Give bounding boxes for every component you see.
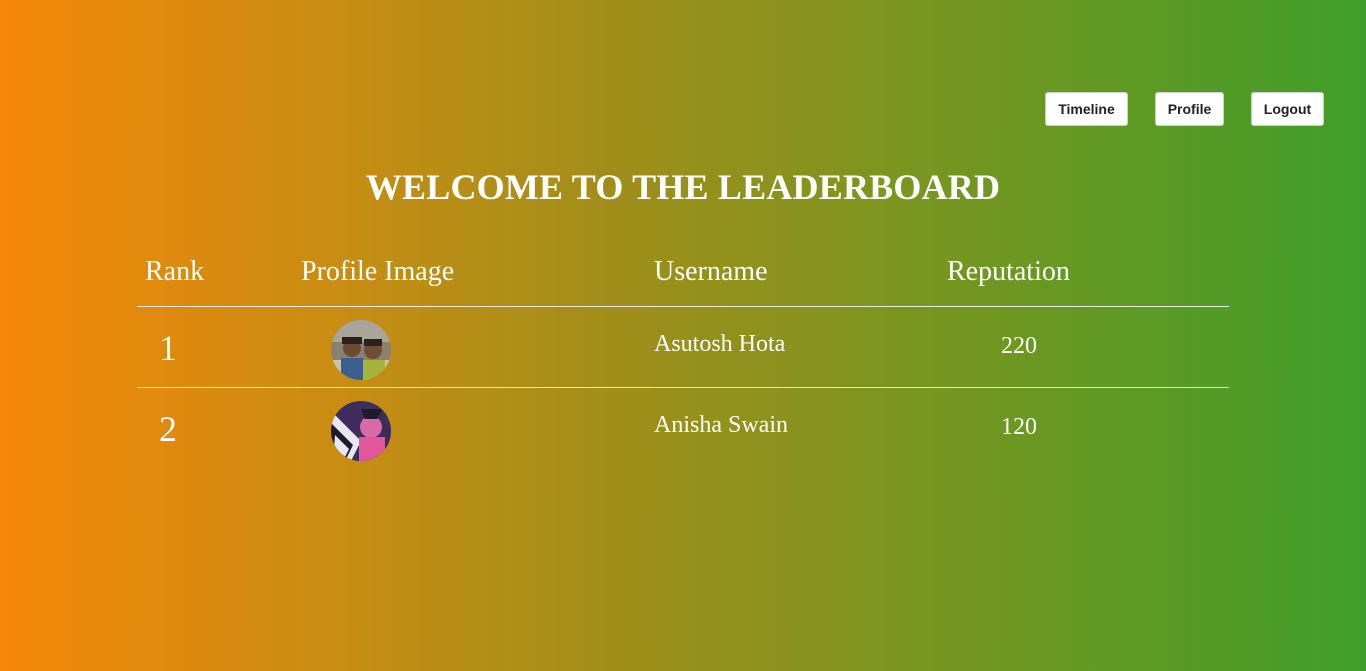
- username-cell: Asutosh Hota: [654, 331, 786, 357]
- table-row: 1 Asutosh Hota 220: [137, 307, 1229, 388]
- rank-cell: 1: [159, 328, 177, 368]
- rank-cell: 2: [159, 409, 177, 449]
- leaderboard-table: Rank Profile Image Username Reputation 1…: [137, 246, 1229, 468]
- column-header-profile-image: Profile Image: [301, 256, 455, 287]
- timeline-button[interactable]: Timeline: [1045, 92, 1128, 126]
- table-row: 2 Anisha Swain 120: [137, 388, 1229, 468]
- page-title: WELCOME TO THE LEADERBOARD: [365, 167, 1001, 207]
- column-header-reputation: Reputation: [947, 256, 1070, 287]
- logout-button[interactable]: Logout: [1251, 92, 1324, 126]
- table-header: Rank Profile Image Username Reputation: [137, 246, 1229, 307]
- reputation-cell: 120: [1001, 414, 1037, 440]
- profile-button[interactable]: Profile: [1155, 92, 1224, 126]
- avatar: [331, 401, 391, 461]
- column-header-rank: Rank: [145, 256, 205, 287]
- top-nav: Timeline Profile Logout: [0, 92, 1366, 126]
- avatar: [331, 320, 391, 380]
- column-header-username: Username: [654, 256, 768, 287]
- username-cell: Anisha Swain: [654, 412, 788, 438]
- reputation-cell: 220: [1001, 333, 1037, 359]
